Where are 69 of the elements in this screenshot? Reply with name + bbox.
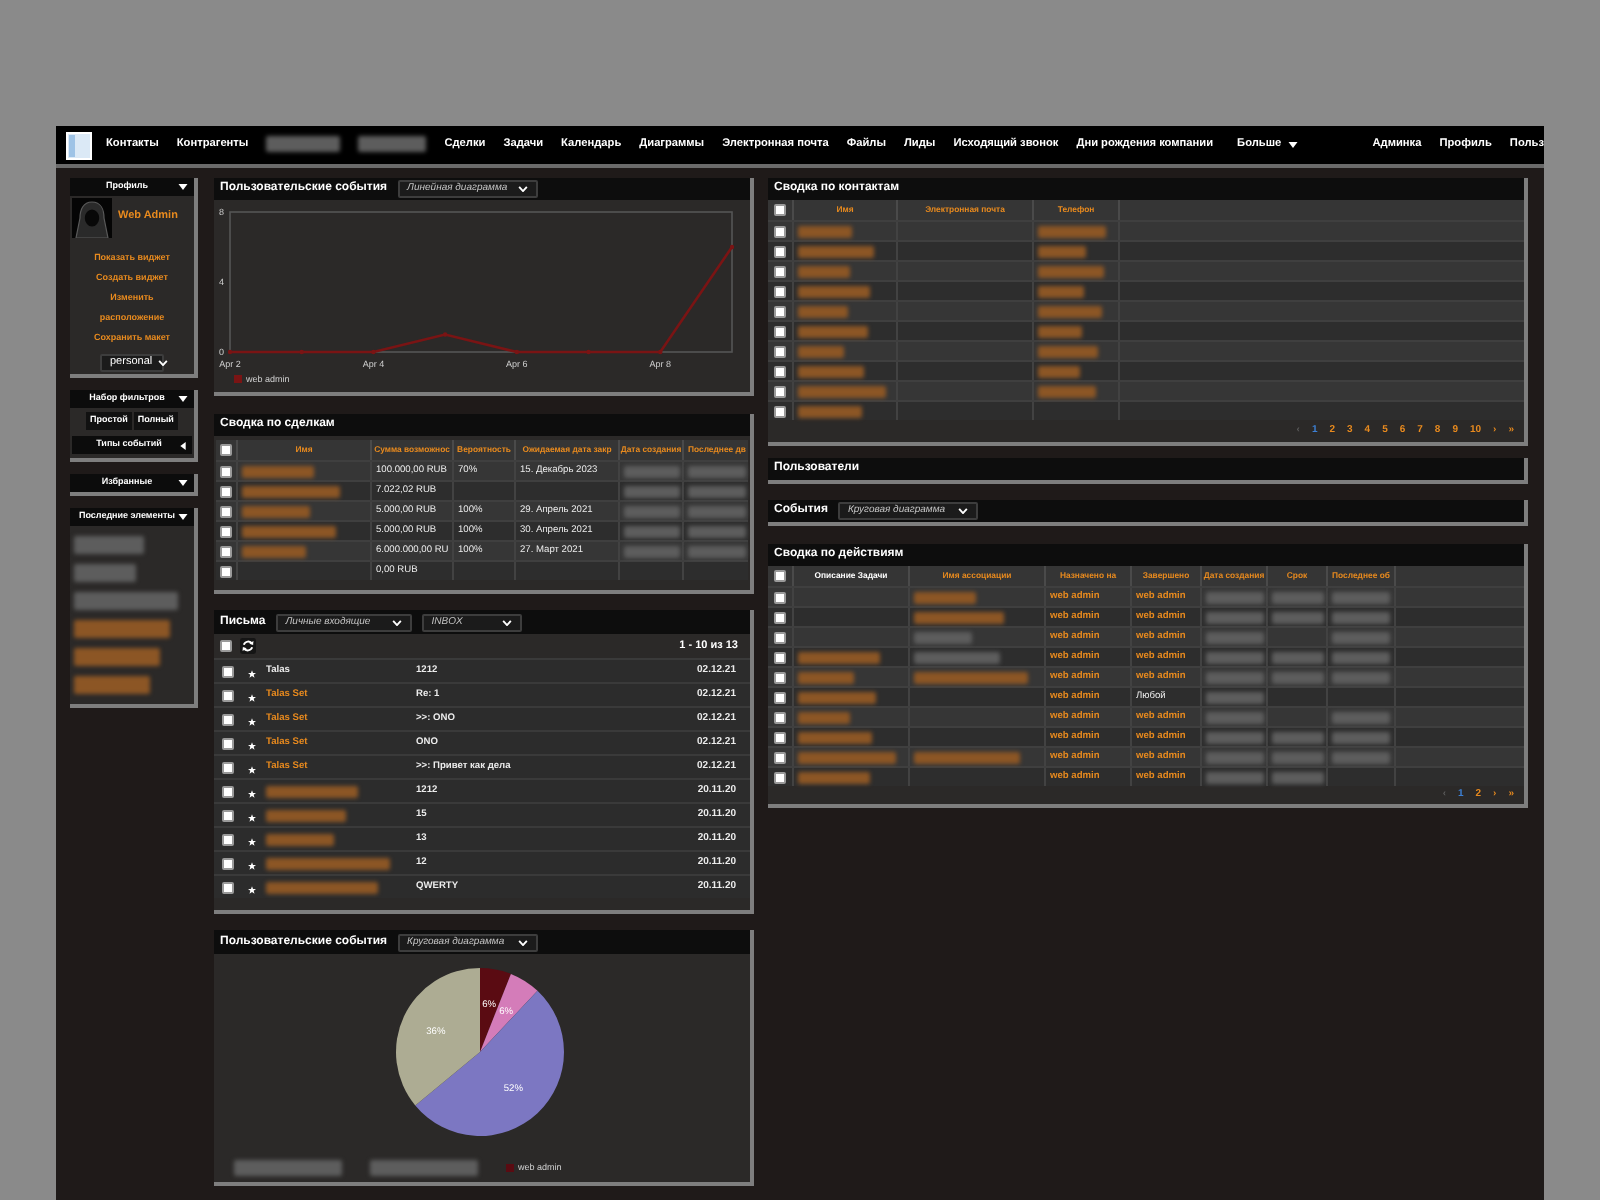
checkbox[interactable] <box>774 731 786 743</box>
checkbox[interactable] <box>222 809 234 821</box>
checkbox[interactable] <box>220 565 232 577</box>
star-icon[interactable] <box>248 717 256 725</box>
checkbox[interactable] <box>774 385 786 397</box>
star-icon[interactable] <box>248 861 256 869</box>
checkbox[interactable] <box>220 525 232 537</box>
data-point <box>658 349 663 355</box>
checkbox[interactable] <box>222 737 234 749</box>
checkbox[interactable] <box>774 405 786 417</box>
chevron-down-icon <box>391 619 402 625</box>
checkbox[interactable] <box>774 631 786 643</box>
star-icon[interactable] <box>248 741 256 749</box>
checkbox[interactable] <box>774 691 786 703</box>
checkbox[interactable] <box>222 761 234 773</box>
checkbox[interactable] <box>220 505 232 517</box>
checkbox[interactable] <box>774 711 786 723</box>
checkbox[interactable] <box>222 833 234 845</box>
blurred-text <box>234 1160 342 1176</box>
checkbox[interactable] <box>774 285 786 297</box>
data-point <box>371 349 376 355</box>
checkbox[interactable] <box>774 365 786 377</box>
refresh-icon[interactable] <box>240 638 256 654</box>
checkbox[interactable] <box>774 751 786 763</box>
checkbox[interactable] <box>774 591 786 603</box>
chevron-down-icon <box>501 619 512 625</box>
chevron-down-icon <box>517 939 528 945</box>
checkbox[interactable] <box>220 485 232 497</box>
checkbox[interactable] <box>222 881 234 893</box>
checkbox[interactable] <box>222 665 234 677</box>
checkbox[interactable] <box>774 245 786 257</box>
checkbox[interactable] <box>774 204 786 216</box>
checkbox[interactable] <box>774 345 786 357</box>
blurred-text <box>370 1160 478 1176</box>
checkbox[interactable] <box>222 713 234 725</box>
checkbox[interactable] <box>774 651 786 663</box>
star-icon[interactable] <box>248 813 256 821</box>
blurred-text <box>266 136 341 153</box>
checkbox[interactable] <box>774 265 786 277</box>
checkbox[interactable] <box>220 545 232 557</box>
checkbox[interactable] <box>220 465 232 477</box>
checkbox[interactable] <box>220 640 232 652</box>
checkbox[interactable] <box>222 785 234 797</box>
star-icon[interactable] <box>248 837 256 845</box>
checkbox[interactable] <box>222 857 234 869</box>
checkbox[interactable] <box>774 570 786 582</box>
checkbox[interactable] <box>774 325 786 337</box>
checkbox[interactable] <box>222 689 234 701</box>
chevron-down-icon <box>158 360 169 366</box>
checkbox[interactable] <box>220 444 232 456</box>
checkbox[interactable] <box>774 671 786 683</box>
data-point <box>442 332 448 337</box>
star-icon[interactable] <box>248 669 256 677</box>
caret-down-icon <box>1287 141 1298 148</box>
star-icon[interactable] <box>248 693 256 701</box>
checkbox[interactable] <box>774 305 786 317</box>
data-point <box>514 349 520 355</box>
star-icon[interactable] <box>248 765 256 773</box>
checkbox[interactable] <box>774 611 786 623</box>
checkbox[interactable] <box>774 771 786 783</box>
data-point <box>227 349 233 355</box>
data-point <box>729 244 735 250</box>
star-icon[interactable] <box>248 789 256 797</box>
chevron-down-icon <box>957 508 968 514</box>
logo-icon[interactable] <box>66 131 92 159</box>
checkbox[interactable] <box>774 225 786 237</box>
blurred-text <box>358 136 427 153</box>
star-icon[interactable] <box>248 885 256 893</box>
chevron-down-icon <box>517 186 528 192</box>
